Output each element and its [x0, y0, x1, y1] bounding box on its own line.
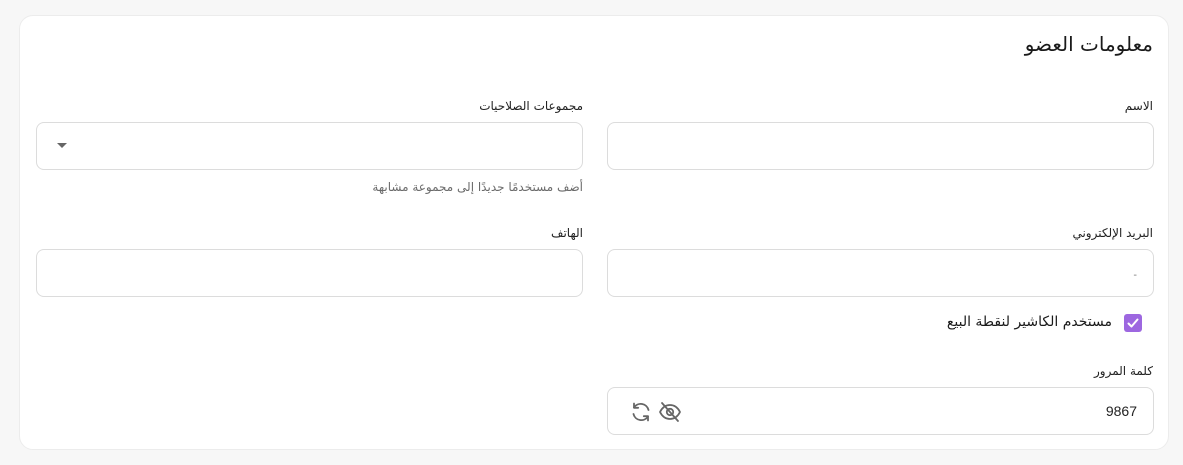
chevron-down-icon: [57, 143, 67, 148]
cashier-checkbox-label: مستخدم الكاشير لنقطة البيع: [946, 314, 1112, 330]
page-title: معلومات العضو: [1024, 32, 1153, 56]
permission-groups-hint: أضف مستخدمًا جديدًا إلى مجموعة مشابهة: [372, 180, 583, 194]
email-input[interactable]: -: [607, 249, 1154, 297]
name-input[interactable]: [607, 122, 1154, 170]
eye-off-icon[interactable]: [658, 400, 682, 424]
password-value: 9867: [1105, 403, 1137, 419]
permission-groups-label: مجموعات الصلاحيات: [479, 99, 583, 113]
permission-groups-select[interactable]: [36, 122, 583, 170]
email-value: -: [1133, 270, 1137, 281]
refresh-icon[interactable]: [629, 400, 653, 424]
member-info-card: [19, 15, 1169, 450]
email-label: البريد الإلكتروني: [1072, 226, 1153, 240]
phone-label: الهاتف: [551, 226, 583, 240]
check-icon: [1127, 318, 1139, 328]
password-label: كلمة المرور: [1093, 364, 1153, 378]
cashier-checkbox[interactable]: [1124, 314, 1142, 332]
name-label: الاسم: [1124, 99, 1153, 113]
password-input[interactable]: 9867: [607, 387, 1154, 435]
phone-input[interactable]: [36, 249, 583, 297]
